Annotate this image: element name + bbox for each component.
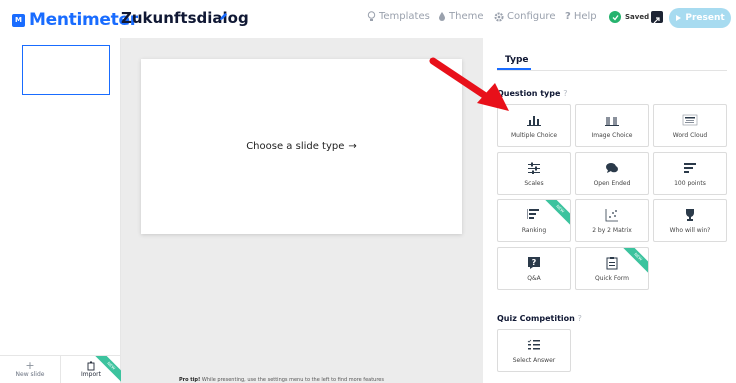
pencil-icon[interactable] bbox=[219, 12, 228, 21]
type-image-choice[interactable]: Image Choice bbox=[575, 104, 649, 147]
slide-list-actions: + New slide Import NEW bbox=[0, 355, 121, 383]
type-open-ended[interactable]: Open Ended bbox=[575, 152, 649, 195]
type-label: 2 by 2 Matrix bbox=[592, 227, 632, 234]
help-question-icon[interactable]: ? bbox=[563, 89, 567, 98]
nav-theme-label: Theme bbox=[449, 11, 484, 22]
presentation-title[interactable]: Zukunftsdialog bbox=[121, 9, 249, 27]
type-multiple-choice[interactable]: Multiple Choice bbox=[497, 104, 571, 147]
new-slide-button[interactable]: + New slide bbox=[0, 356, 60, 383]
word-cloud-icon bbox=[680, 112, 700, 128]
svg-text:?: ? bbox=[532, 258, 537, 267]
type-100-points[interactable]: 100 points bbox=[653, 152, 727, 195]
qa-icon: ? bbox=[524, 255, 544, 271]
import-icon bbox=[87, 361, 95, 371]
import-label: Import bbox=[81, 371, 101, 378]
new-slide-label: New slide bbox=[15, 371, 45, 378]
mentimeter-logo[interactable]: M Mentimeter bbox=[12, 10, 138, 30]
nav-theme[interactable]: Theme bbox=[438, 11, 484, 22]
share-arrow-icon bbox=[653, 17, 660, 24]
gear-icon bbox=[494, 12, 504, 21]
new-badge: NEW bbox=[543, 200, 570, 226]
type-label: Quick Form bbox=[595, 275, 629, 282]
pro-tip-title: Pro tip! bbox=[179, 377, 201, 383]
nav-configure-label: Configure bbox=[507, 11, 556, 22]
nav-templates[interactable]: Templates bbox=[367, 11, 430, 22]
type-scales[interactable]: Scales bbox=[497, 152, 571, 195]
top-bar: M Mentimeter Zukunftsdialog Templates Th… bbox=[0, 0, 736, 38]
type-2-by-2-matrix[interactable]: 2 by 2 Matrix bbox=[575, 199, 649, 242]
tab-type[interactable]: Type bbox=[505, 55, 528, 65]
import-button[interactable]: Import NEW bbox=[60, 356, 121, 383]
type-who-will-win[interactable]: Who will win? bbox=[653, 199, 727, 242]
type-qa[interactable]: ? Q&A bbox=[497, 247, 571, 290]
saved-indicator: Saved bbox=[609, 11, 649, 23]
nav-templates-label: Templates bbox=[379, 11, 430, 22]
nav-configure[interactable]: Configure bbox=[494, 11, 555, 22]
quiz-competition-heading: Quiz Competition ? bbox=[497, 314, 582, 323]
nav-help[interactable]: ? Help bbox=[565, 11, 597, 22]
question-type-heading: Question type ? bbox=[497, 89, 567, 98]
type-label: Q&A bbox=[527, 275, 541, 282]
choose-slide-type-text: Choose a slide type bbox=[246, 141, 345, 152]
play-icon bbox=[676, 15, 682, 21]
pro-tip: Pro tip! While presenting, use the setti… bbox=[179, 377, 384, 383]
stacked-bars-icon bbox=[680, 160, 700, 176]
type-label: Who will win? bbox=[669, 227, 711, 234]
pro-tip-text: While presenting, use the settings menu … bbox=[201, 377, 384, 383]
plus-icon: + bbox=[25, 359, 35, 372]
trophy-icon bbox=[680, 207, 700, 223]
sliders-icon bbox=[524, 160, 544, 176]
type-label: Multiple Choice bbox=[510, 132, 558, 139]
slide-type-panel: Type Question type ? Multiple Choice Ima… bbox=[483, 38, 736, 383]
slide-list: + New slide Import NEW bbox=[0, 38, 121, 383]
type-label: Scales bbox=[524, 180, 544, 187]
ranking-icon bbox=[524, 207, 544, 223]
type-label: Word Cloud bbox=[672, 132, 708, 139]
share-button[interactable] bbox=[651, 11, 663, 24]
logo-icon: M bbox=[12, 13, 25, 27]
new-badge: NEW bbox=[93, 356, 121, 383]
saved-label: Saved bbox=[625, 13, 650, 21]
checklist-icon bbox=[524, 337, 544, 353]
matrix-icon bbox=[602, 207, 622, 223]
clipboard-icon bbox=[602, 255, 622, 271]
slide-preview[interactable]: Choose a slide type → bbox=[141, 59, 462, 234]
bar-chart-icon bbox=[524, 112, 544, 128]
type-word-cloud[interactable]: Word Cloud bbox=[653, 104, 727, 147]
checkmark-icon bbox=[609, 11, 621, 23]
new-badge: NEW bbox=[621, 248, 648, 274]
slide-thumbnail[interactable] bbox=[22, 45, 110, 95]
quiz-competition-label: Quiz Competition bbox=[497, 314, 575, 323]
type-label: Open Ended bbox=[593, 180, 631, 187]
tab-divider bbox=[497, 70, 727, 71]
lightbulb-icon bbox=[367, 11, 376, 21]
type-label: 100 points bbox=[674, 180, 706, 187]
type-quick-form[interactable]: Quick Form NEW bbox=[575, 247, 649, 290]
type-label: Image Choice bbox=[591, 132, 633, 139]
slide-canvas: Choose a slide type → Pro tip! While pre… bbox=[121, 38, 483, 383]
nav-help-label: Help bbox=[573, 11, 597, 22]
type-select-answer[interactable]: Select Answer bbox=[497, 329, 571, 372]
type-label: Ranking bbox=[521, 227, 547, 234]
type-label: Select Answer bbox=[512, 357, 556, 364]
question-type-label: Question type bbox=[497, 89, 561, 98]
speech-bubbles-icon bbox=[602, 160, 622, 176]
image-bars-icon bbox=[602, 112, 622, 128]
arrow-right-icon: → bbox=[348, 141, 357, 152]
help-question-icon[interactable]: ? bbox=[578, 314, 582, 323]
present-label: Present bbox=[685, 13, 725, 23]
type-ranking[interactable]: Ranking NEW bbox=[497, 199, 571, 242]
drop-icon bbox=[439, 12, 445, 21]
question-icon: ? bbox=[565, 11, 571, 22]
present-button[interactable]: Present bbox=[669, 8, 731, 28]
